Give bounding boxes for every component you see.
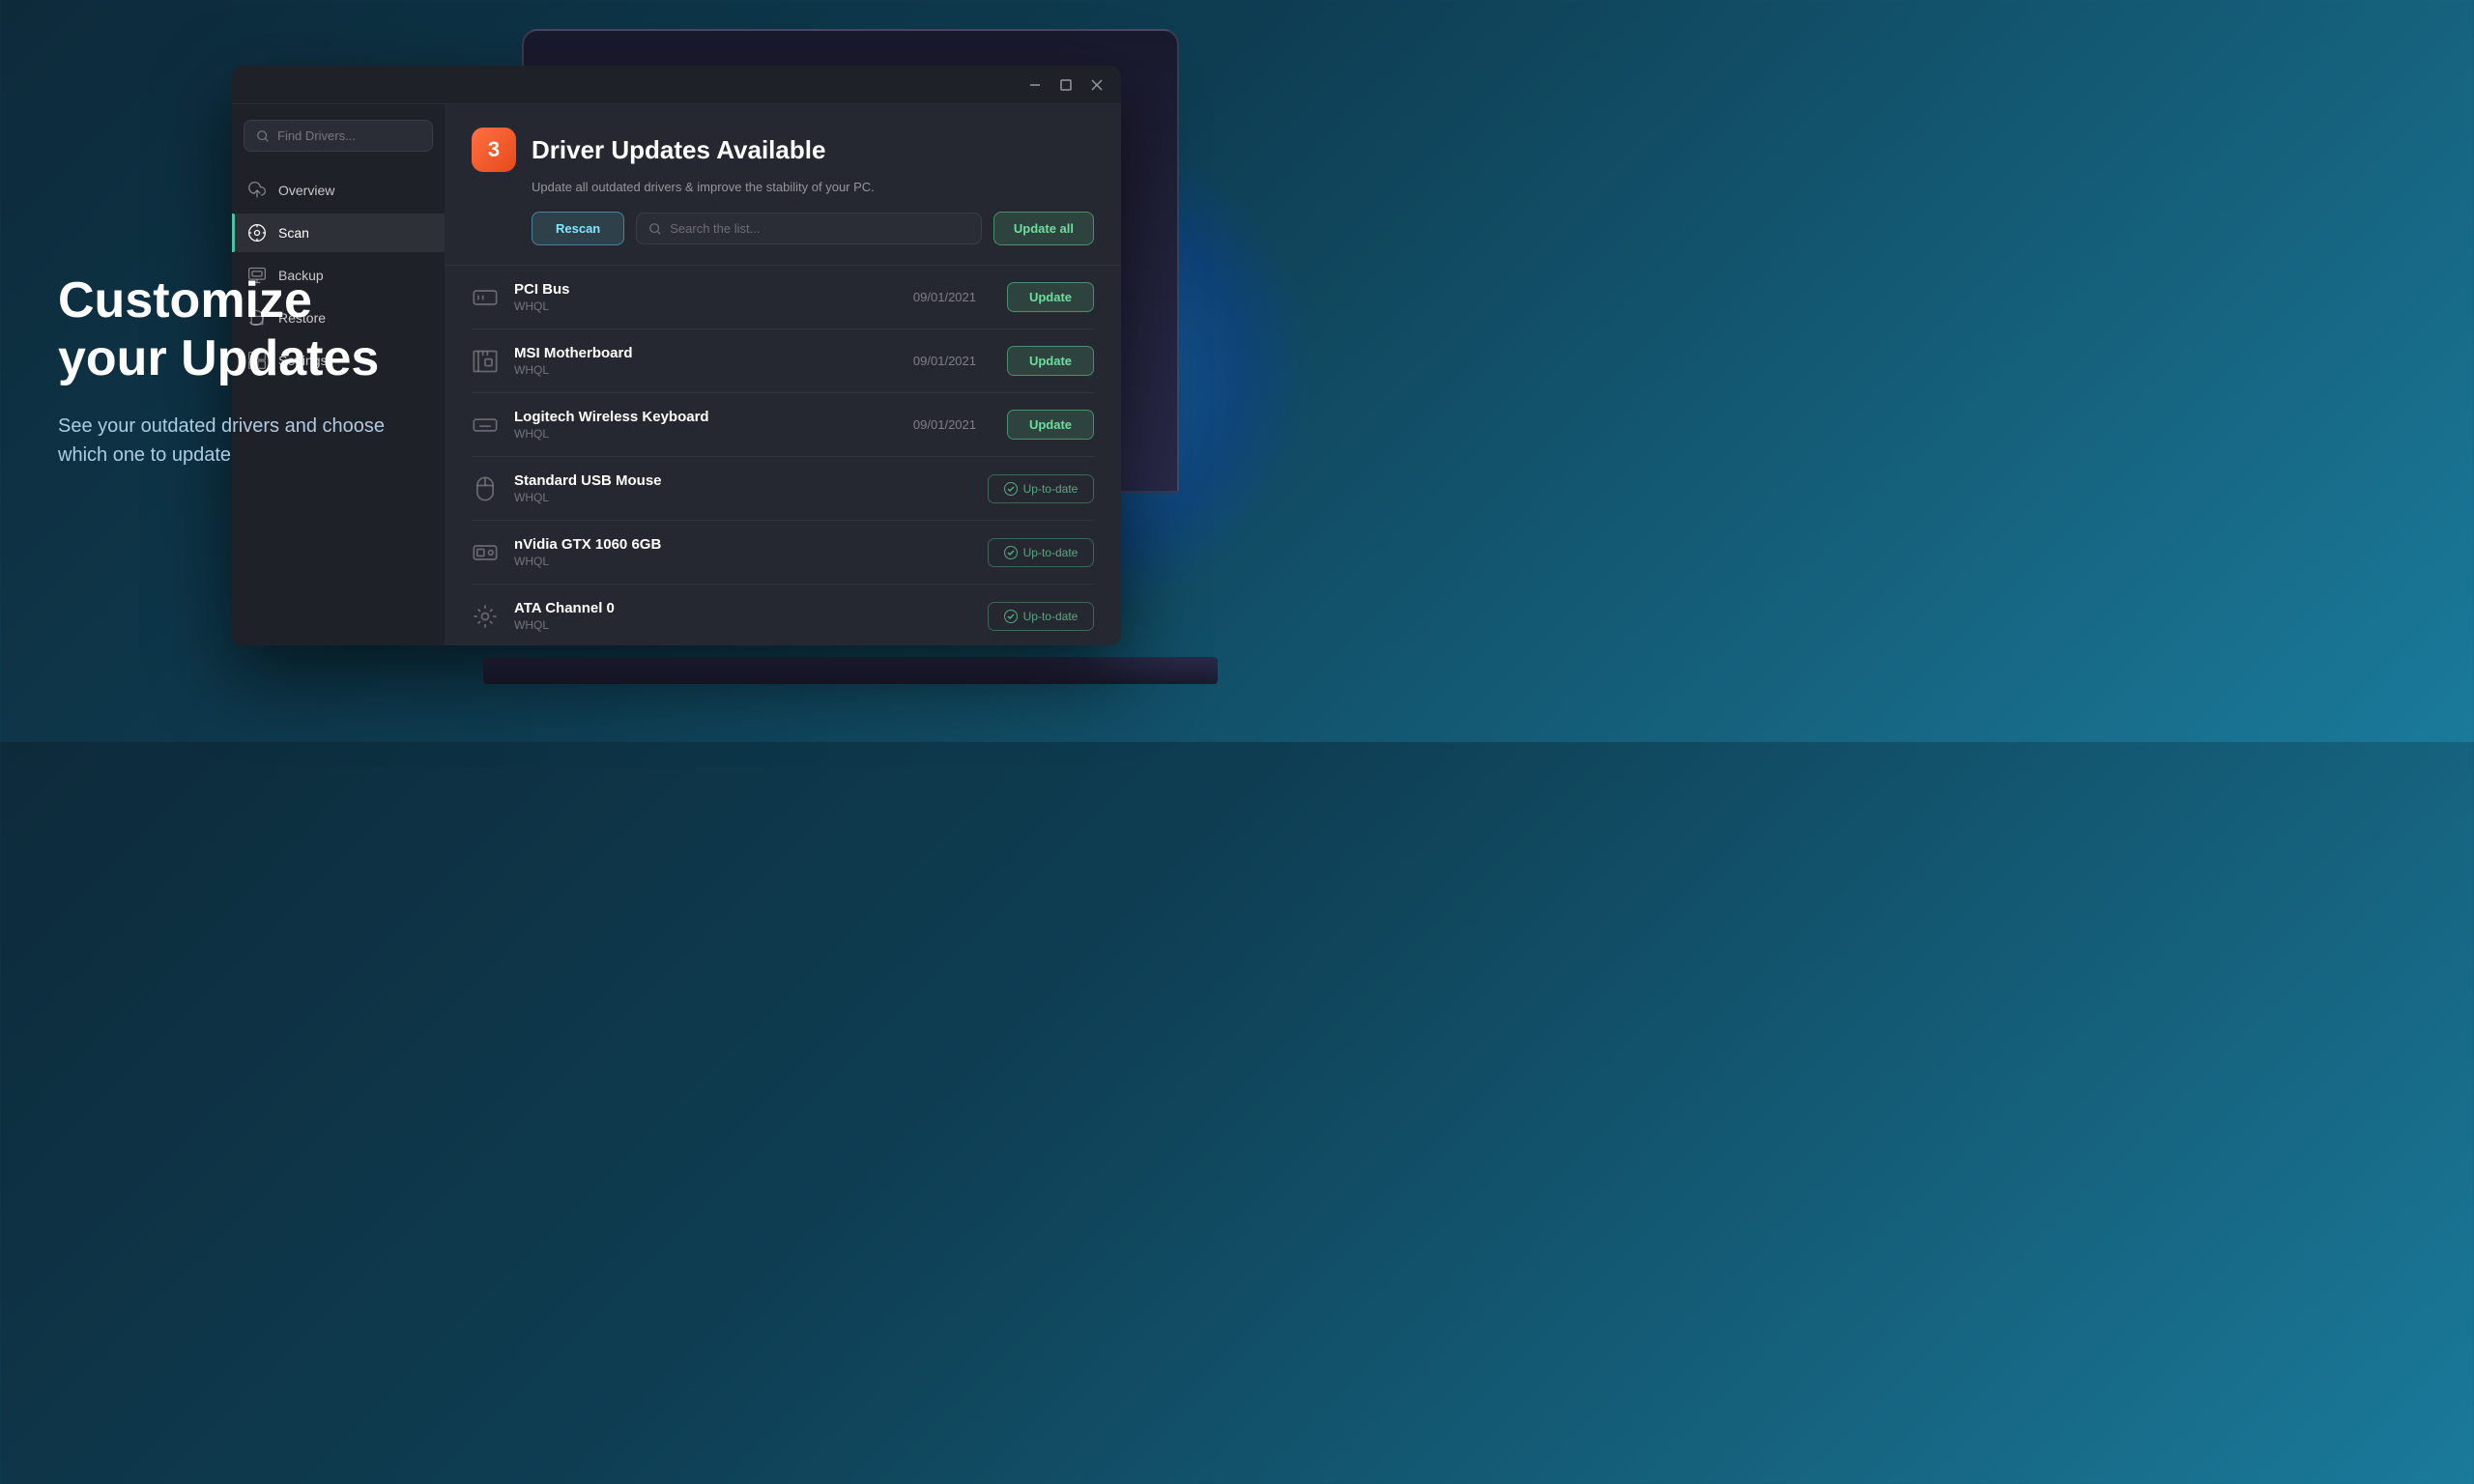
table-row: ATA Channel 0 WHQL Up-to-date [472, 585, 1094, 645]
update-count-badge: 3 [472, 128, 516, 172]
section-subtitle: Update all outdated drivers & improve th… [532, 180, 1094, 194]
uptodate-button[interactable]: Up-to-date [988, 602, 1094, 631]
driver-cert: WHQL [514, 618, 941, 632]
minimize-button[interactable] [1026, 76, 1044, 94]
driver-device-icon [472, 539, 499, 566]
maximize-button[interactable] [1057, 76, 1075, 94]
driver-device-icon [472, 603, 499, 630]
driver-info: PCI Bus WHQL [514, 281, 898, 313]
driver-name: ATA Channel 0 [514, 600, 941, 616]
laptop-base-mockup [483, 657, 1218, 684]
hero-subtitle: See your outdated drivers and choose whi… [58, 412, 406, 470]
checkmark-icon [1004, 482, 1018, 496]
sidebar-item-scan[interactable]: Scan [232, 214, 445, 252]
sidebar-item-scan-label: Scan [278, 225, 309, 241]
driver-info: Logitech Wireless Keyboard WHQL [514, 409, 898, 441]
scan-icon [247, 223, 267, 243]
sidebar-item-overview[interactable]: Overview [232, 171, 445, 210]
close-button[interactable] [1088, 76, 1106, 94]
driver-name: Standard USB Mouse [514, 472, 941, 489]
uptodate-button[interactable]: Up-to-date [988, 538, 1094, 567]
cloud-icon [247, 181, 267, 200]
driver-cert: WHQL [514, 363, 898, 377]
driver-date: 09/01/2021 [913, 290, 976, 304]
update-all-button[interactable]: Update all [993, 212, 1094, 245]
uptodate-label: Up-to-date [1023, 610, 1079, 623]
search-placeholder-text: Find Drivers... [277, 128, 356, 143]
driver-name: PCI Bus [514, 281, 898, 298]
driver-device-icon [472, 284, 499, 311]
driver-device-icon [472, 348, 499, 375]
table-row: MSI Motherboard WHQL 09/01/2021 Update [472, 329, 1094, 393]
table-row: nVidia GTX 1060 6GB WHQL Up-to-date [472, 521, 1094, 585]
section-title: Driver Updates Available [532, 135, 825, 165]
table-row: PCI Bus WHQL 09/01/2021 Update [472, 266, 1094, 329]
driver-info: MSI Motherboard WHQL [514, 345, 898, 377]
content-header: 3 Driver Updates Available Update all ou… [445, 104, 1121, 266]
driver-list: PCI Bus WHQL 09/01/2021 Update [445, 266, 1121, 645]
driver-date: 09/01/2021 [913, 354, 976, 368]
main-content: 3 Driver Updates Available Update all ou… [445, 104, 1121, 645]
window-controls [1026, 76, 1106, 94]
checkmark-icon [1004, 546, 1018, 559]
driver-date: 09/01/2021 [913, 417, 976, 432]
update-button[interactable]: Update [1007, 410, 1094, 440]
header-actions: Rescan Search the list... Update all [532, 212, 1094, 245]
driver-search-box[interactable]: Find Drivers... [244, 120, 433, 152]
driver-name: Logitech Wireless Keyboard [514, 409, 898, 425]
update-button[interactable]: Update [1007, 346, 1094, 376]
driver-info: Standard USB Mouse WHQL [514, 472, 941, 504]
search-list-placeholder: Search the list... [670, 221, 760, 236]
driver-info: nVidia GTX 1060 6GB WHQL [514, 536, 941, 568]
title-bar [232, 66, 1121, 104]
table-row: Standard USB Mouse WHQL Up-to-date [472, 457, 1094, 521]
driver-cert: WHQL [514, 427, 898, 441]
checkmark-icon [1004, 610, 1018, 623]
driver-device-icon [472, 475, 499, 502]
rescan-button[interactable]: Rescan [532, 212, 624, 245]
hero-title: Customize your Updates [58, 272, 406, 388]
sidebar-item-overview-label: Overview [278, 183, 334, 198]
driver-cert: WHQL [514, 491, 941, 504]
driver-cert: WHQL [514, 300, 898, 313]
search-icon [256, 129, 270, 143]
uptodate-button[interactable]: Up-to-date [988, 474, 1094, 503]
search-list-icon [648, 222, 662, 236]
driver-name: MSI Motherboard [514, 345, 898, 361]
uptodate-label: Up-to-date [1023, 546, 1079, 559]
driver-info: ATA Channel 0 WHQL [514, 600, 941, 632]
driver-cert: WHQL [514, 555, 941, 568]
driver-device-icon [472, 412, 499, 439]
uptodate-label: Up-to-date [1023, 482, 1079, 496]
table-row: Logitech Wireless Keyboard WHQL 09/01/20… [472, 393, 1094, 457]
header-top: 3 Driver Updates Available [472, 128, 1094, 172]
hero-section: Customize your Updates See your outdated… [58, 272, 406, 470]
driver-list-search[interactable]: Search the list... [636, 213, 982, 244]
update-button[interactable]: Update [1007, 282, 1094, 312]
driver-name: nVidia GTX 1060 6GB [514, 536, 941, 553]
